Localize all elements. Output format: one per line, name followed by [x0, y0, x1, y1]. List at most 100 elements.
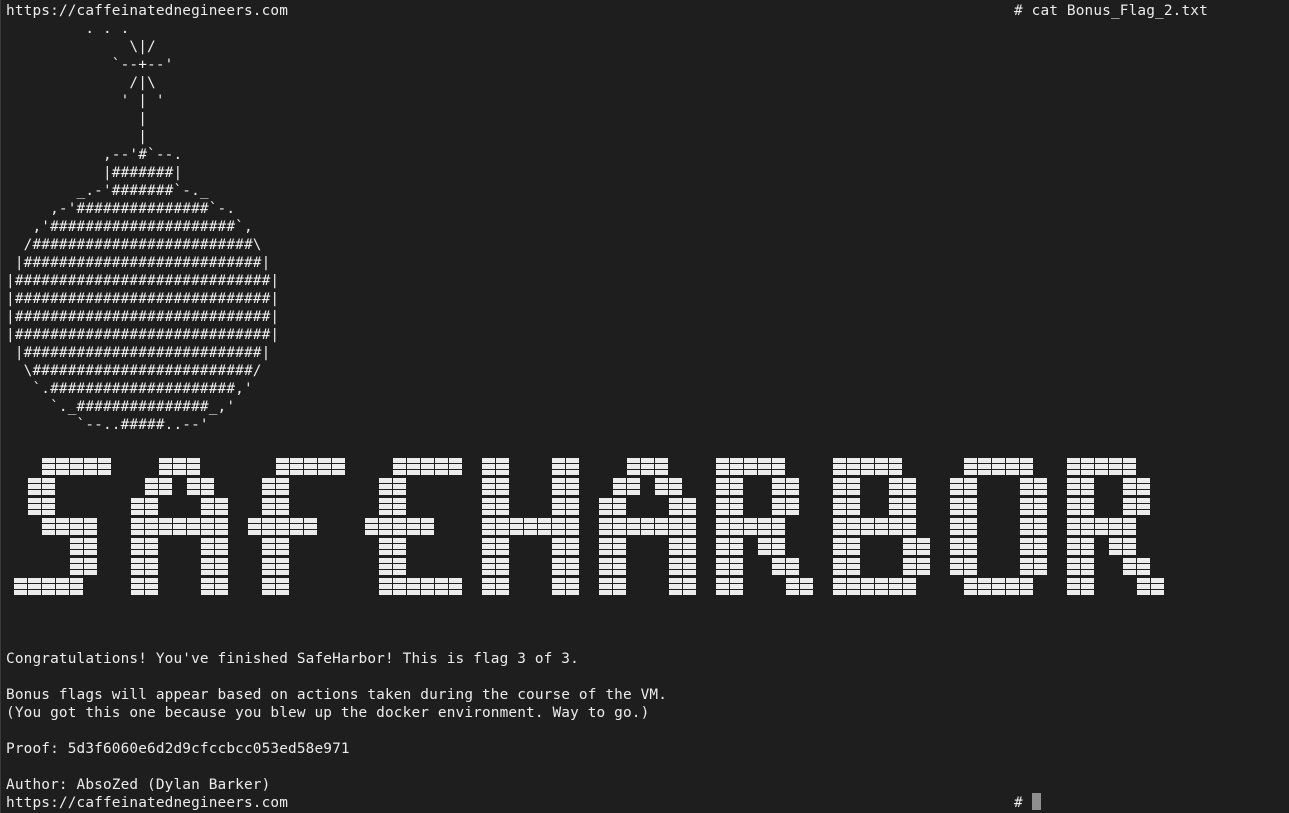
- banner-block: [1123, 518, 1136, 523]
- banner-block: [950, 544, 963, 549]
- banner-block: [1034, 530, 1047, 535]
- banner-block: [276, 510, 289, 515]
- banner-block: [566, 504, 579, 509]
- banner-block: [510, 530, 523, 535]
- banner-block: [786, 570, 799, 575]
- bonus-flags-message: Bonus flags will appear based on actions…: [6, 687, 668, 703]
- banner-block: [449, 458, 462, 463]
- banner-block: [861, 578, 874, 583]
- banner-block: [276, 470, 289, 475]
- banner-block: [627, 470, 640, 475]
- banner-block: [1067, 570, 1080, 575]
- banner-block: [716, 544, 729, 549]
- banner-block: [482, 464, 495, 469]
- banner-block: [903, 564, 916, 569]
- banner-block: [566, 458, 579, 463]
- banner-block: [964, 498, 977, 503]
- banner-block: [449, 470, 462, 475]
- banner-block: [393, 570, 406, 575]
- banner-block: [1034, 478, 1047, 483]
- banner-block: [393, 564, 406, 569]
- banner-block: [449, 590, 462, 595]
- banner-block: [215, 504, 228, 509]
- banner-block: [978, 584, 991, 589]
- banner-block: [482, 584, 495, 589]
- banner-block: [772, 504, 785, 509]
- banner-block: [407, 590, 420, 595]
- banner-block: [379, 510, 392, 515]
- banner-block: [613, 484, 626, 489]
- banner-block: [730, 470, 743, 475]
- banner-block: [201, 484, 214, 489]
- banner-block: [655, 518, 668, 523]
- banner-block: [566, 590, 579, 595]
- banner-block: [1034, 498, 1047, 503]
- banner-block: [833, 524, 846, 529]
- banner-block: [978, 464, 991, 469]
- banner-block: [1151, 590, 1164, 595]
- banner-block: [1095, 464, 1108, 469]
- banner-block: [552, 524, 565, 529]
- banner-block: [786, 490, 799, 495]
- banner-block: [304, 470, 317, 475]
- banner-block: [56, 524, 69, 529]
- banner-block: [730, 510, 743, 515]
- banner-block: [1067, 584, 1080, 589]
- banner-block: [552, 484, 565, 489]
- banner-block: [14, 584, 27, 589]
- banner-block: [449, 464, 462, 469]
- banner-block: [599, 504, 612, 509]
- banner-block: [875, 590, 888, 595]
- banner-block: [683, 584, 696, 589]
- banner-block: [744, 464, 757, 469]
- terminal-cursor[interactable]: [1032, 793, 1041, 810]
- banner-block: [889, 498, 902, 503]
- banner-block: [248, 524, 261, 529]
- banner-block: [262, 590, 275, 595]
- banner-block: [786, 510, 799, 515]
- banner-block: [145, 558, 158, 563]
- banner-block: [599, 524, 612, 529]
- banner-block: [683, 564, 696, 569]
- banner-block: [84, 550, 97, 555]
- banner-block: [730, 518, 743, 523]
- banner-block: [655, 490, 668, 495]
- banner-block: [758, 470, 771, 475]
- banner-block: [496, 538, 509, 543]
- banner-block: [201, 524, 214, 529]
- banner-block: [215, 564, 228, 569]
- banner-block: [1034, 544, 1047, 549]
- banner-block: [1020, 490, 1033, 495]
- banner-block: [992, 590, 1005, 595]
- banner-block: [683, 530, 696, 535]
- banner-block: [716, 458, 729, 463]
- banner-block: [482, 564, 495, 569]
- banner-block: [716, 564, 729, 569]
- banner-block: [552, 498, 565, 503]
- banner-block: [758, 458, 771, 463]
- banner-block: [131, 510, 144, 515]
- banner-block: [131, 538, 144, 543]
- banner-block: [992, 458, 1005, 463]
- banner-block: [861, 464, 874, 469]
- banner-block: [201, 498, 214, 503]
- banner-block: [496, 570, 509, 575]
- banner-block: [1034, 564, 1047, 569]
- banner-block: [1020, 578, 1033, 583]
- banner-block: [613, 538, 626, 543]
- banner-block: [875, 470, 888, 475]
- banner-block: [131, 578, 144, 583]
- banner-block: [201, 504, 214, 509]
- banner-block: [875, 578, 888, 583]
- banner-block: [276, 484, 289, 489]
- terminal-window[interactable]: https://caffeinatednegineers.com # cat B…: [0, 0, 1289, 813]
- banner-block: [1020, 524, 1033, 529]
- banner-block: [1081, 490, 1094, 495]
- banner-block: [950, 564, 963, 569]
- banner-block: [496, 550, 509, 555]
- banner-block: [496, 530, 509, 535]
- banner-block: [201, 510, 214, 515]
- banner-block: [262, 550, 275, 555]
- banner-block: [145, 484, 158, 489]
- banner-block: [833, 558, 846, 563]
